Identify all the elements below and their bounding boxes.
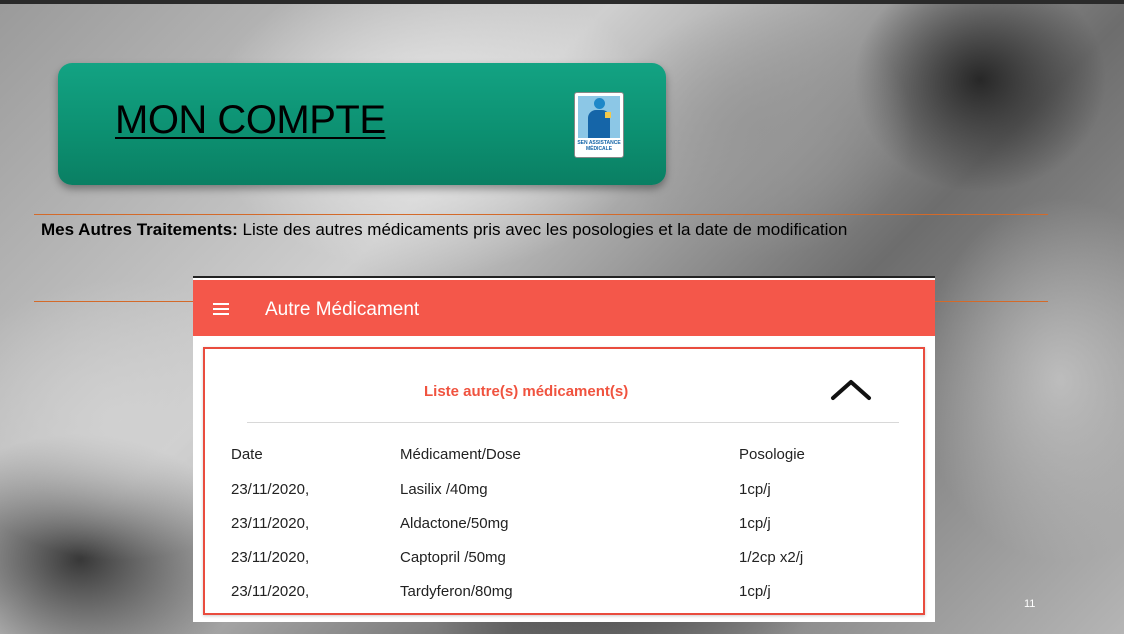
row-date: 23/11/2020, bbox=[231, 515, 310, 532]
app-bar: Autre Médicament bbox=[193, 280, 935, 336]
top-strip bbox=[0, 0, 1124, 4]
row-medication: Tardyferon/80mg bbox=[400, 583, 513, 600]
column-header-date: Date bbox=[231, 446, 263, 463]
logo-head-shape bbox=[594, 98, 605, 109]
row-dosage: 1cp/j bbox=[739, 515, 771, 532]
divider-line-top bbox=[34, 214, 1048, 215]
medication-list-card: Liste autre(s) médicament(s) Date Médica… bbox=[203, 347, 925, 615]
section-label: Mes Autres Traitements: bbox=[41, 220, 238, 239]
card-divider bbox=[247, 422, 899, 423]
row-date: 23/11/2020, bbox=[231, 583, 310, 600]
hamburger-icon[interactable] bbox=[213, 303, 229, 315]
app-screenshot: Autre Médicament Liste autre(s) médicame… bbox=[193, 276, 935, 622]
page-number: 11 bbox=[1024, 598, 1036, 610]
row-dosage: 1cp/j bbox=[739, 583, 771, 600]
sen-assistance-logo: SEN ASSISTANCE MÉDICALE bbox=[574, 92, 624, 158]
row-dosage: 1cp/j bbox=[739, 481, 771, 498]
card-title: Liste autre(s) médicament(s) bbox=[424, 383, 629, 400]
app-bar-title: Autre Médicament bbox=[265, 299, 420, 320]
page-title: MON COMPTE bbox=[115, 98, 386, 142]
column-header-medication: Médicament/Dose bbox=[400, 446, 521, 463]
chevron-up-icon[interactable] bbox=[829, 376, 873, 402]
row-dosage: 1/2cp x2/j bbox=[739, 549, 804, 566]
row-medication: Lasilix /40mg bbox=[400, 481, 488, 498]
logo-cross-shape bbox=[605, 112, 611, 118]
column-header-dosage: Posologie bbox=[739, 446, 805, 463]
row-medication: Captopril /50mg bbox=[400, 549, 506, 566]
slide-background: MON COMPTE SEN ASSISTANCE MÉDICALE Mes A… bbox=[0, 0, 1124, 634]
title-banner: MON COMPTE SEN ASSISTANCE MÉDICALE bbox=[58, 63, 666, 185]
section-description: Mes Autres Traitements: Liste des autres… bbox=[41, 220, 847, 240]
row-date: 23/11/2020, bbox=[231, 481, 310, 498]
row-date: 23/11/2020, bbox=[231, 549, 310, 566]
logo-figure bbox=[578, 96, 620, 138]
section-text: Liste des autres médicaments pris avec l… bbox=[237, 220, 848, 239]
logo-text: SEN ASSISTANCE MÉDICALE bbox=[577, 140, 621, 152]
row-medication: Aldactone/50mg bbox=[400, 515, 509, 532]
